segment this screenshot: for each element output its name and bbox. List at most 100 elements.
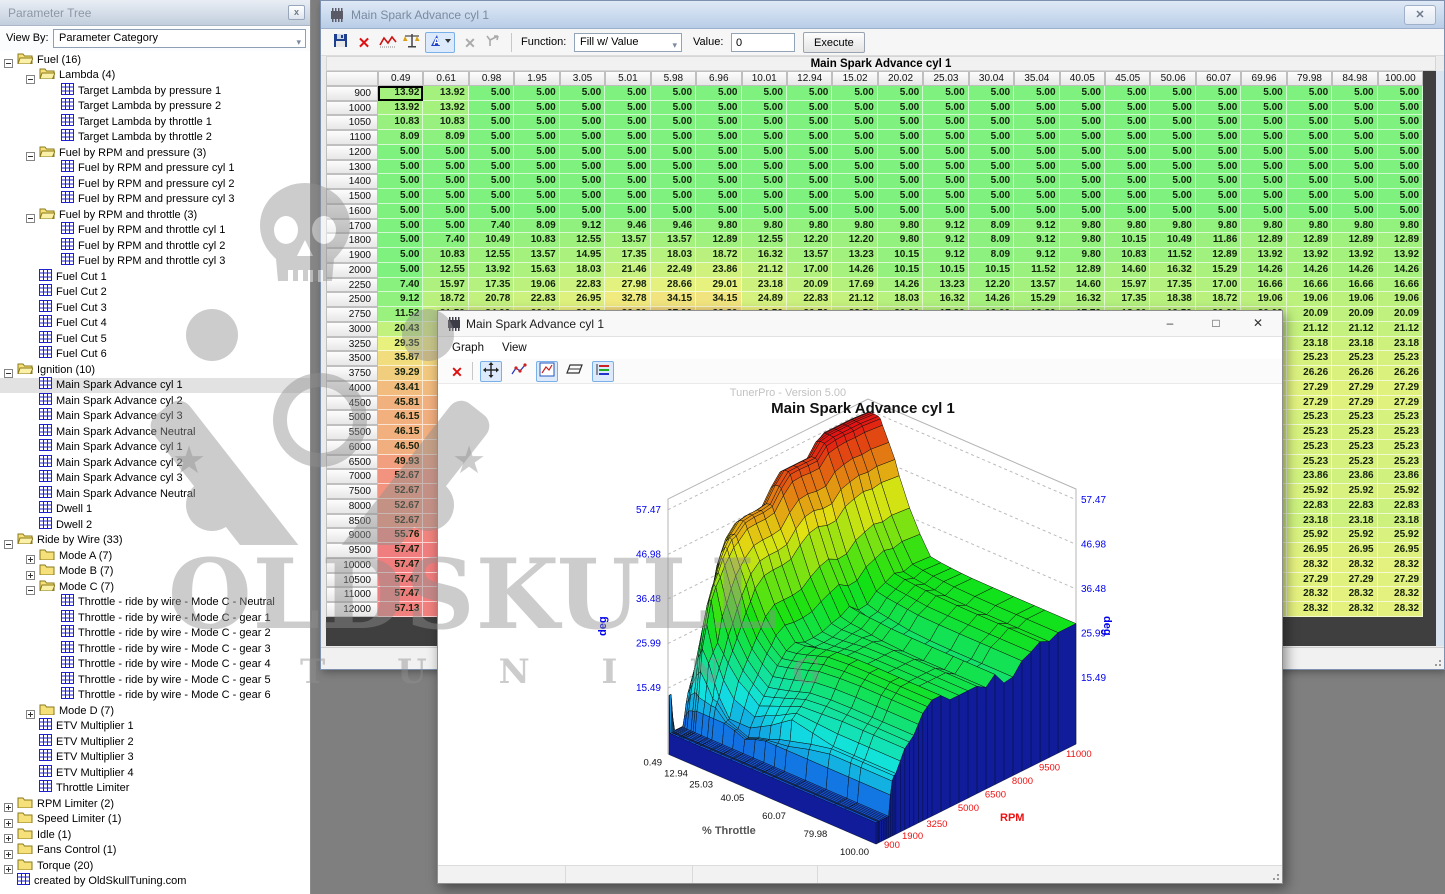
row-header[interactable]: 1050 [326, 115, 378, 130]
tree-item[interactable]: Mode C (7) [0, 579, 310, 595]
grid-cell[interactable]: 57.47 [378, 543, 423, 558]
grid-cell[interactable]: 13.57 [1014, 278, 1059, 293]
grid-cell[interactable]: 5.00 [378, 219, 423, 234]
column-header[interactable]: 20.02 [878, 71, 923, 86]
grid-cell[interactable]: 5.00 [605, 189, 650, 204]
compare-scales-icon[interactable] [401, 32, 423, 53]
grid-cell[interactable]: 5.00 [832, 174, 877, 189]
grid-cell[interactable]: 9.80 [1060, 233, 1105, 248]
grid-cell[interactable]: 5.00 [1196, 145, 1241, 160]
grid-cell[interactable]: 10.49 [469, 233, 514, 248]
row-header[interactable]: 1000 [326, 101, 378, 116]
grid-cell[interactable]: 5.00 [742, 145, 787, 160]
grid-cell[interactable]: 5.00 [514, 189, 559, 204]
grid-cell[interactable]: 5.00 [651, 174, 696, 189]
grid-cell[interactable]: 5.00 [1196, 174, 1241, 189]
column-header[interactable]: 84.98 [1332, 71, 1377, 86]
grid-cell[interactable]: 5.00 [1150, 160, 1195, 175]
grid-cell[interactable]: 5.00 [469, 145, 514, 160]
tree-item[interactable]: Lambda (4) [0, 68, 310, 84]
grid-cell[interactable]: 18.03 [878, 292, 923, 307]
grid-cell[interactable]: 5.00 [514, 145, 559, 160]
grid-cell[interactable]: 5.00 [651, 204, 696, 219]
grid-cell[interactable]: 5.00 [1241, 204, 1286, 219]
grid-cell[interactable]: 5.00 [969, 145, 1014, 160]
grid-cell[interactable]: 5.00 [878, 86, 923, 101]
grid-cell[interactable]: 10.15 [878, 263, 923, 278]
grid-cell[interactable]: 9.12 [923, 248, 968, 263]
tree-item[interactable]: Main Spark Advance Neutral [0, 424, 310, 440]
row-header[interactable]: 11000 [326, 587, 378, 602]
grid-cell[interactable]: 14.26 [969, 292, 1014, 307]
tree-item[interactable]: Target Lambda by throttle 1 [0, 114, 310, 130]
grid-cell[interactable]: 5.00 [787, 204, 832, 219]
grid-cell[interactable]: 8.09 [969, 233, 1014, 248]
color-bars-icon[interactable] [592, 361, 614, 382]
grid-cell[interactable]: 13.92 [1241, 248, 1286, 263]
row-header[interactable]: 3000 [326, 322, 378, 337]
grid-cell[interactable]: 5.00 [514, 130, 559, 145]
grid-cell[interactable]: 9.12 [560, 219, 605, 234]
grid-cell[interactable]: 16.32 [1150, 263, 1195, 278]
tree-item[interactable]: Dwell 2 [0, 517, 310, 533]
grid-cell[interactable]: 5.00 [696, 204, 741, 219]
grid-cell[interactable]: 9.80 [1105, 219, 1150, 234]
grid-cell[interactable]: 12.20 [832, 233, 877, 248]
grid-cell[interactable]: 5.00 [1287, 160, 1332, 175]
grid-cell[interactable]: 20.43 [378, 322, 423, 337]
grid-cell[interactable]: 5.00 [1378, 189, 1423, 204]
row-header[interactable]: 1500 [326, 189, 378, 204]
tree-item[interactable]: ETV Multiplier 4 [0, 765, 310, 781]
grid-cell[interactable]: 5.00 [1196, 204, 1241, 219]
grid-cell[interactable]: 5.00 [878, 115, 923, 130]
grid-cell[interactable]: 5.00 [1105, 115, 1150, 130]
column-header[interactable]: 15.02 [832, 71, 877, 86]
grid-cell[interactable]: 5.00 [1378, 130, 1423, 145]
resize-grip-icon[interactable] [1270, 871, 1280, 881]
grid-cell[interactable]: 27.29 [1287, 573, 1332, 588]
grid-cell[interactable]: 5.00 [742, 174, 787, 189]
grid-cell[interactable]: 25.23 [1287, 425, 1332, 440]
grid-cell[interactable]: 25.23 [1378, 455, 1423, 470]
grid-cell[interactable]: 52.67 [378, 514, 423, 529]
expand-icon[interactable] [4, 846, 17, 855]
grid-cell[interactable]: 5.00 [423, 145, 468, 160]
grid-cell[interactable]: 13.57 [787, 248, 832, 263]
grid-cell[interactable]: 14.60 [1105, 263, 1150, 278]
grid-cell[interactable]: 7.40 [378, 278, 423, 293]
grid-cell[interactable]: 13.92 [378, 101, 423, 116]
grid-cell[interactable]: 13.57 [651, 233, 696, 248]
grid-cell[interactable]: 15.97 [1105, 278, 1150, 293]
grid-cell[interactable]: 5.00 [560, 86, 605, 101]
grid-cell[interactable]: 5.00 [1332, 115, 1377, 130]
grid-cell[interactable]: 5.00 [1060, 101, 1105, 116]
grid-cell[interactable]: 5.00 [969, 174, 1014, 189]
grid-cell[interactable]: 5.00 [878, 101, 923, 116]
grid-cell[interactable]: 5.00 [1378, 101, 1423, 116]
grid-cell[interactable]: 23.18 [1287, 514, 1332, 529]
grid-cell[interactable]: 5.00 [1105, 174, 1150, 189]
grid-cell[interactable]: 9.80 [1150, 219, 1195, 234]
grid-cell[interactable]: 5.00 [832, 130, 877, 145]
grid-cell[interactable]: 27.29 [1332, 573, 1377, 588]
grid-cell[interactable]: 25.23 [1332, 351, 1377, 366]
grid-cell[interactable]: 46.50 [378, 440, 423, 455]
row-header[interactable]: 6000 [326, 440, 378, 455]
grid-cell[interactable]: 5.00 [832, 160, 877, 175]
grid-cell[interactable]: 5.00 [1060, 86, 1105, 101]
grid-cell[interactable]: 9.80 [1241, 219, 1286, 234]
grid-cell[interactable]: 25.23 [1332, 410, 1377, 425]
grid-cell[interactable]: 25.92 [1378, 528, 1423, 543]
grid-cell[interactable]: 18.72 [423, 292, 468, 307]
grid-cell[interactable]: 57.47 [378, 587, 423, 602]
grid-cell[interactable]: 5.00 [378, 189, 423, 204]
grid-cell[interactable]: 32.78 [605, 292, 650, 307]
graph-window-titlebar[interactable]: Main Spark Advance cyl 1 – □ ✕ [438, 311, 1282, 337]
grid-cell[interactable]: 27.29 [1332, 396, 1377, 411]
column-header[interactable]: 1.95 [514, 71, 559, 86]
grid-cell[interactable]: 5.00 [1150, 115, 1195, 130]
grid-cell[interactable]: 5.00 [1332, 189, 1377, 204]
grid-cell[interactable]: 5.00 [423, 160, 468, 175]
grid-cell[interactable]: 8.09 [969, 248, 1014, 263]
grid-cell[interactable]: 5.00 [1378, 160, 1423, 175]
